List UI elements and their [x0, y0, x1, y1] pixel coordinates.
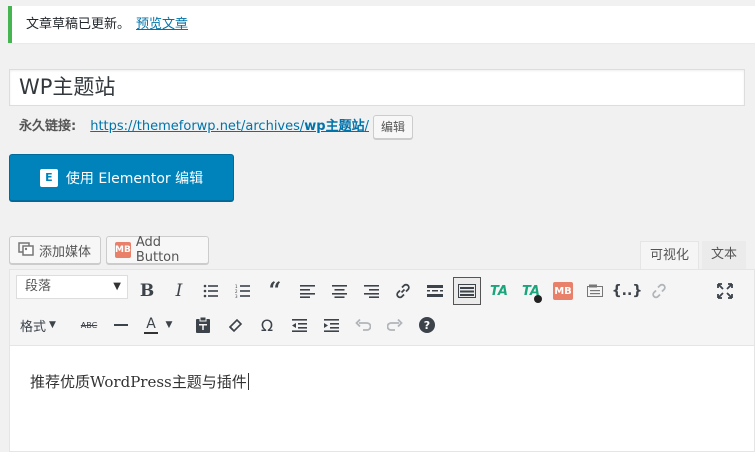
post-title-input[interactable]: WP主题站 — [9, 69, 745, 106]
tab-visual[interactable]: 可视化 — [640, 241, 700, 270]
elementor-icon: E — [39, 168, 58, 187]
align-right-icon[interactable] — [357, 277, 385, 305]
media-icon — [18, 240, 34, 260]
elementor-button-label: 使用 Elementor 编辑 — [65, 170, 204, 187]
paragraph-format-value: 段落 — [25, 279, 52, 294]
align-center-icon[interactable] — [325, 277, 353, 305]
add-button-button[interactable]: MB Add Button — [106, 235, 209, 265]
update-notice: 文章草稿已更新。 预览文章 — [8, 6, 755, 43]
numbered-list-icon[interactable]: 123 — [229, 277, 257, 305]
tab-text[interactable]: 文本 — [702, 241, 747, 270]
editor-area: 段落 ▼ B I 123 “ TA TA MB {..} 格式 ▼ ABC A … — [9, 269, 755, 452]
shortcode-icon[interactable] — [581, 277, 609, 305]
preview-post-link[interactable]: 预览文章 — [136, 17, 188, 32]
notice-message: 文章草稿已更新。 — [26, 17, 131, 32]
strikethrough-icon[interactable]: ABC — [75, 311, 103, 339]
elementor-edit-button[interactable]: E 使用 Elementor 编辑 — [9, 154, 234, 201]
indent-icon[interactable] — [317, 311, 345, 339]
special-char-icon[interactable]: Ω — [253, 311, 281, 339]
permalink-url[interactable]: https://themeforwp.net/archives/wp主题站/ — [90, 114, 369, 140]
formats-menu-label: 格式 — [20, 319, 47, 335]
add-media-button[interactable]: 添加媒体 — [9, 236, 101, 264]
edit-permalink-button[interactable]: 编辑 — [373, 115, 414, 139]
blockquote-icon[interactable]: “ — [261, 277, 289, 305]
bullet-list-icon[interactable] — [197, 277, 225, 305]
add-button-label: Add Button — [135, 235, 180, 265]
outdent-icon[interactable] — [285, 311, 313, 339]
chevron-down-icon: ▼ — [49, 320, 56, 330]
ta-plus-icon[interactable]: TA — [517, 277, 545, 305]
toolbar-toggle-icon[interactable] — [453, 277, 481, 305]
permalink-label: 永久链接: — [19, 119, 77, 134]
chevron-down-icon[interactable]: ▼ — [160, 311, 178, 339]
undo-icon[interactable] — [349, 311, 377, 339]
text-cursor — [247, 373, 249, 390]
mb-icon[interactable]: MB — [549, 277, 577, 305]
editor-text: 推荐优质WordPress主题与插件 — [30, 373, 247, 391]
fullscreen-icon[interactable] — [711, 277, 739, 305]
permalink-row: 永久链接: https://themeforwp.net/archives/wp… — [19, 114, 414, 140]
editor-content[interactable]: 推荐优质WordPress主题与插件 — [10, 347, 754, 416]
mb-icon: MB — [115, 242, 131, 258]
ta-icon[interactable]: TA — [485, 277, 513, 305]
italic-icon[interactable]: I — [165, 277, 193, 305]
chevron-down-icon: ▼ — [113, 281, 121, 292]
align-left-icon[interactable] — [293, 277, 321, 305]
code-icon[interactable]: {..} — [612, 277, 643, 305]
redo-icon[interactable] — [381, 311, 409, 339]
formats-menu[interactable]: 格式 ▼ — [20, 311, 68, 339]
link-icon[interactable] — [389, 277, 417, 305]
bold-icon[interactable]: B — [133, 277, 161, 305]
help-icon[interactable]: ? — [413, 311, 441, 339]
unlink-icon[interactable] — [645, 277, 673, 305]
more-tag-icon[interactable] — [421, 277, 449, 305]
paste-text-icon[interactable] — [189, 311, 217, 339]
horizontal-rule-icon[interactable] — [107, 311, 135, 339]
editor-toolbar: 段落 ▼ B I 123 “ TA TA MB {..} 格式 ▼ ABC A … — [10, 270, 754, 346]
paragraph-format-select[interactable]: 段落 ▼ — [16, 275, 128, 299]
svg-text:3: 3 — [235, 294, 238, 298]
clear-format-icon[interactable] — [221, 311, 249, 339]
add-media-label: 添加媒体 — [39, 244, 92, 260]
